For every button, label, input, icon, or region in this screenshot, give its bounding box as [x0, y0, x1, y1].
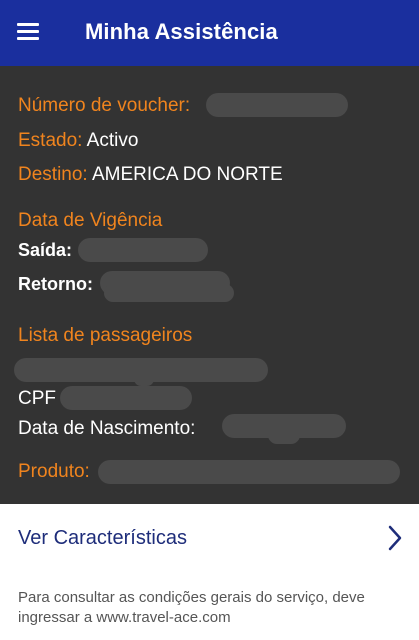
terms-note: Para consultar as condições gerais do se… [18, 589, 365, 626]
departure-label: Saída: [18, 240, 73, 260]
destination-label: Destino: [18, 164, 88, 185]
destination-row: Destino: AMERICA DO NORTE [18, 164, 283, 186]
redacted-return-date-extra [104, 284, 234, 302]
redacted-cpf [60, 386, 192, 410]
return-label: Retorno: [18, 274, 93, 294]
app-bar: Minha Assistência [0, 0, 419, 66]
destination-value: AMERICA DO NORTE [91, 164, 283, 185]
redacted-departure-date [78, 238, 208, 262]
birth-date-label: Data de Nascimento: [18, 418, 196, 439]
status-row: Estado: Activo [18, 130, 138, 152]
product-label: Produto: [18, 461, 90, 482]
status-label: Estado: [18, 130, 83, 151]
redacted-birth-date-mark [268, 426, 300, 444]
hamburger-menu-icon[interactable] [17, 23, 39, 41]
chevron-right-icon[interactable] [386, 524, 404, 552]
cpf-label: CPF [18, 388, 56, 409]
redacted-passenger-name-mark [134, 372, 154, 386]
validity-heading: Data de Vigência [18, 210, 163, 231]
voucher-number-label: Número de voucher: [18, 95, 191, 116]
redacted-voucher-number [206, 93, 348, 117]
passengers-heading: Lista de passageiros [18, 325, 193, 346]
redacted-product [98, 460, 400, 484]
status-value: Activo [86, 130, 139, 151]
view-features-link[interactable]: Ver Características [18, 527, 187, 550]
page-title: Minha Assistência [85, 19, 278, 44]
